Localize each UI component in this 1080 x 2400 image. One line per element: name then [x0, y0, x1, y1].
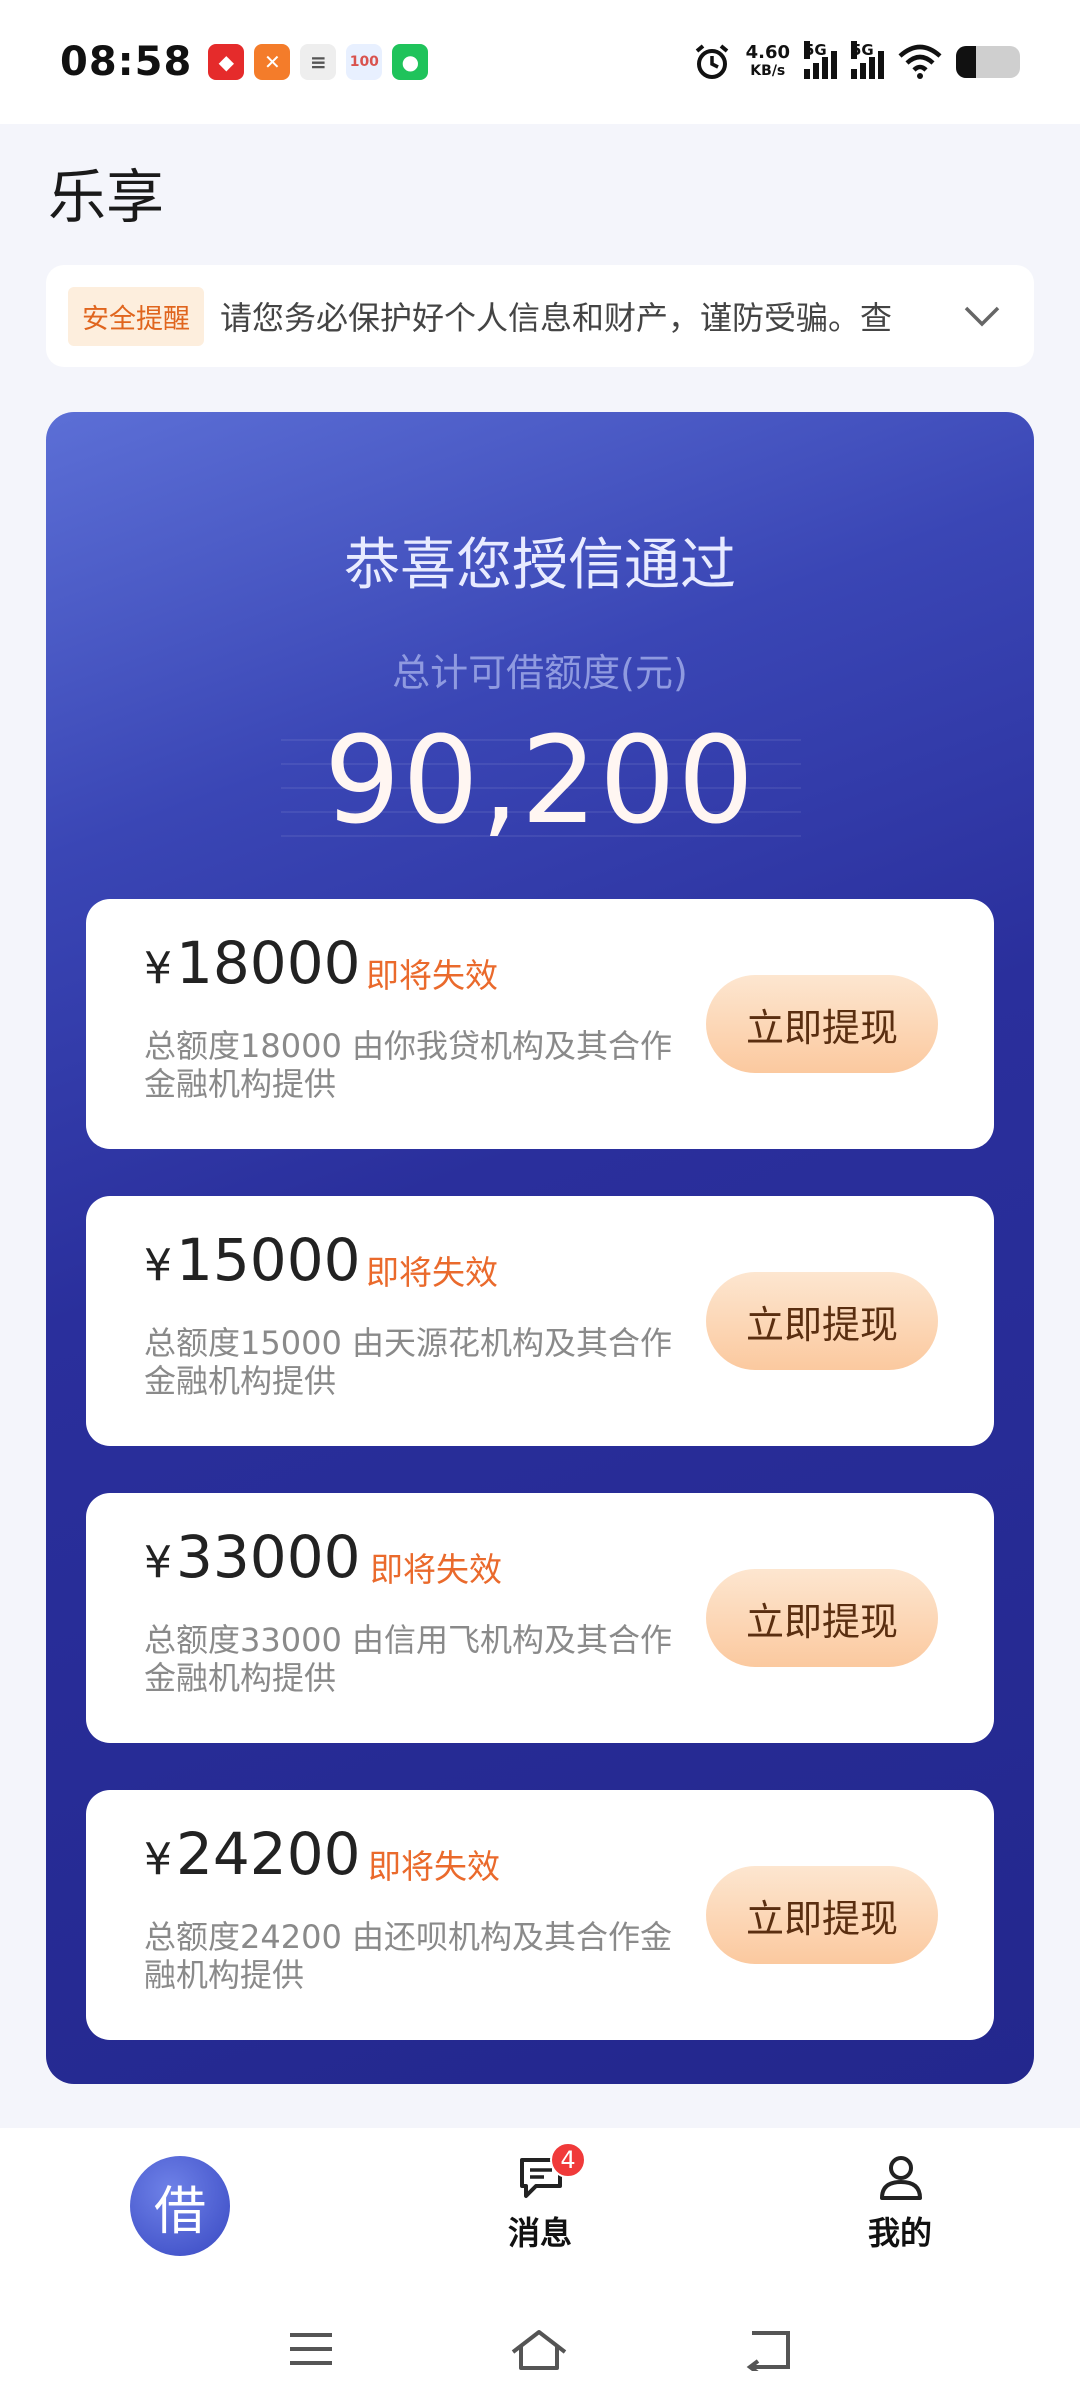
- notification-icons: ◆ ✕ ≡ 100 ●: [208, 44, 429, 80]
- wifi-icon: [898, 44, 942, 79]
- offer-amount: ¥33000: [144, 1523, 361, 1591]
- withdraw-button[interactable]: 立即提现: [706, 1866, 938, 1964]
- security-notice-tag: 安全提醒: [68, 286, 204, 346]
- signal-label: 5G: [804, 41, 827, 59]
- currency-symbol: ¥: [144, 1240, 172, 1291]
- status-time: 08:58: [60, 39, 193, 85]
- loan-offer-card[interactable]: ¥24200 即将失效 总额度24200 由还呗机构及其合作金融机构提供 立即提…: [86, 1790, 994, 2040]
- user-icon: [880, 2156, 922, 2200]
- loan-offer-card[interactable]: ¥33000 即将失效 总额度33000 由信用飞机构及其合作金融机构提供 立即…: [86, 1493, 994, 1743]
- offer-amount: ¥18000: [144, 929, 361, 997]
- total-credit-label: 总计可借额度(元): [392, 651, 688, 695]
- net-speed-value: 4.60: [745, 42, 790, 63]
- currency-symbol: ¥: [144, 1834, 172, 1885]
- page-title: 乐享: [48, 163, 165, 231]
- nav-messages-tab[interactable]: 4 消息: [460, 2142, 620, 2254]
- message-count-badge: 4: [550, 2142, 586, 2178]
- signal-icon: 5G: [851, 41, 884, 79]
- app-notification-icon: ◆: [208, 44, 245, 80]
- offer-status: 即将失效: [366, 1253, 498, 1292]
- offer-status: 即将失效: [370, 1550, 502, 1589]
- offer-amount: ¥24200: [144, 1820, 361, 1888]
- loan-offer-card[interactable]: ¥15000 即将失效 总额度15000 由天源花机构及其合作金融机构提供 立即…: [86, 1196, 994, 1446]
- nav-mine-label: 我的: [867, 2214, 932, 2252]
- offer-description: 总额度33000 由信用飞机构及其合作金融机构提供: [144, 1621, 672, 1697]
- app-notification-icon: ≡: [300, 44, 337, 80]
- menu-icon[interactable]: [286, 2329, 336, 2369]
- status-right: 4.60 KB/s 5G 5G: [692, 41, 1020, 82]
- signal-icon: 5G: [804, 41, 837, 79]
- app-notification-icon: ✕: [254, 44, 291, 80]
- nav-borrow-tab[interactable]: 借: [130, 2156, 230, 2256]
- offer-description: 总额度15000 由天源花机构及其合作金融机构提供: [144, 1324, 672, 1400]
- offer-status: 即将失效: [366, 956, 498, 995]
- system-nav-bar: [0, 2298, 1080, 2400]
- withdraw-button[interactable]: 立即提现: [706, 975, 938, 1073]
- withdraw-button[interactable]: 立即提现: [706, 1272, 938, 1370]
- offer-amount-value: 18000: [176, 929, 361, 997]
- back-icon[interactable]: [742, 2327, 794, 2371]
- offer-amount-value: 15000: [176, 1226, 361, 1294]
- offer-amount-value: 24200: [176, 1820, 361, 1888]
- app-notification-icon: 100: [346, 44, 383, 80]
- bottom-nav: 借 4 消息 我的: [0, 2128, 1080, 2298]
- offer-description: 总额度24200 由还呗机构及其合作金融机构提供: [144, 1918, 672, 1994]
- net-speed-unit: KB/s: [750, 63, 786, 79]
- nav-messages-label: 消息: [507, 2214, 572, 2252]
- offer-description: 总额度18000 由你我贷机构及其合作金融机构提供: [144, 1027, 672, 1103]
- offer-amount: ¥15000: [144, 1226, 361, 1294]
- total-credit-amount: 90,200: [324, 712, 756, 851]
- withdraw-button[interactable]: 立即提现: [706, 1569, 938, 1667]
- status-bar: 08:58 ◆ ✕ ≡ 100 ● 4.60 KB/s 5G 5G: [0, 0, 1080, 124]
- currency-symbol: ¥: [144, 943, 172, 994]
- credit-card: 恭喜您授信通过 总计可借额度(元) 90,200 ¥18000 即将失效 总额度…: [46, 412, 1034, 2084]
- nav-mine-tab[interactable]: 我的: [820, 2150, 980, 2254]
- net-speed: 4.60 KB/s: [746, 44, 790, 80]
- approval-headline: 恭喜您授信通过: [344, 533, 736, 598]
- wechat-icon: ●: [392, 44, 429, 80]
- alarm-icon: [695, 44, 728, 79]
- chevron-down-icon[interactable]: [952, 286, 1012, 346]
- security-notice[interactable]: 安全提醒 请您务必保护好个人信息和财产，谨防受骗。查: [46, 265, 1034, 367]
- offer-status: 即将失效: [368, 1847, 500, 1886]
- offer-amount-value: 33000: [176, 1523, 361, 1591]
- battery-icon: [956, 46, 1020, 78]
- home-icon[interactable]: [509, 2326, 569, 2372]
- signal-label: 5G: [851, 41, 874, 59]
- loan-offer-card[interactable]: ¥18000 即将失效 总额度18000 由你我贷机构及其合作金融机构提供 立即…: [86, 899, 994, 1149]
- security-notice-text: 请您务必保护好个人信息和财产，谨防受骗。查: [220, 299, 893, 337]
- currency-symbol: ¥: [144, 1537, 172, 1588]
